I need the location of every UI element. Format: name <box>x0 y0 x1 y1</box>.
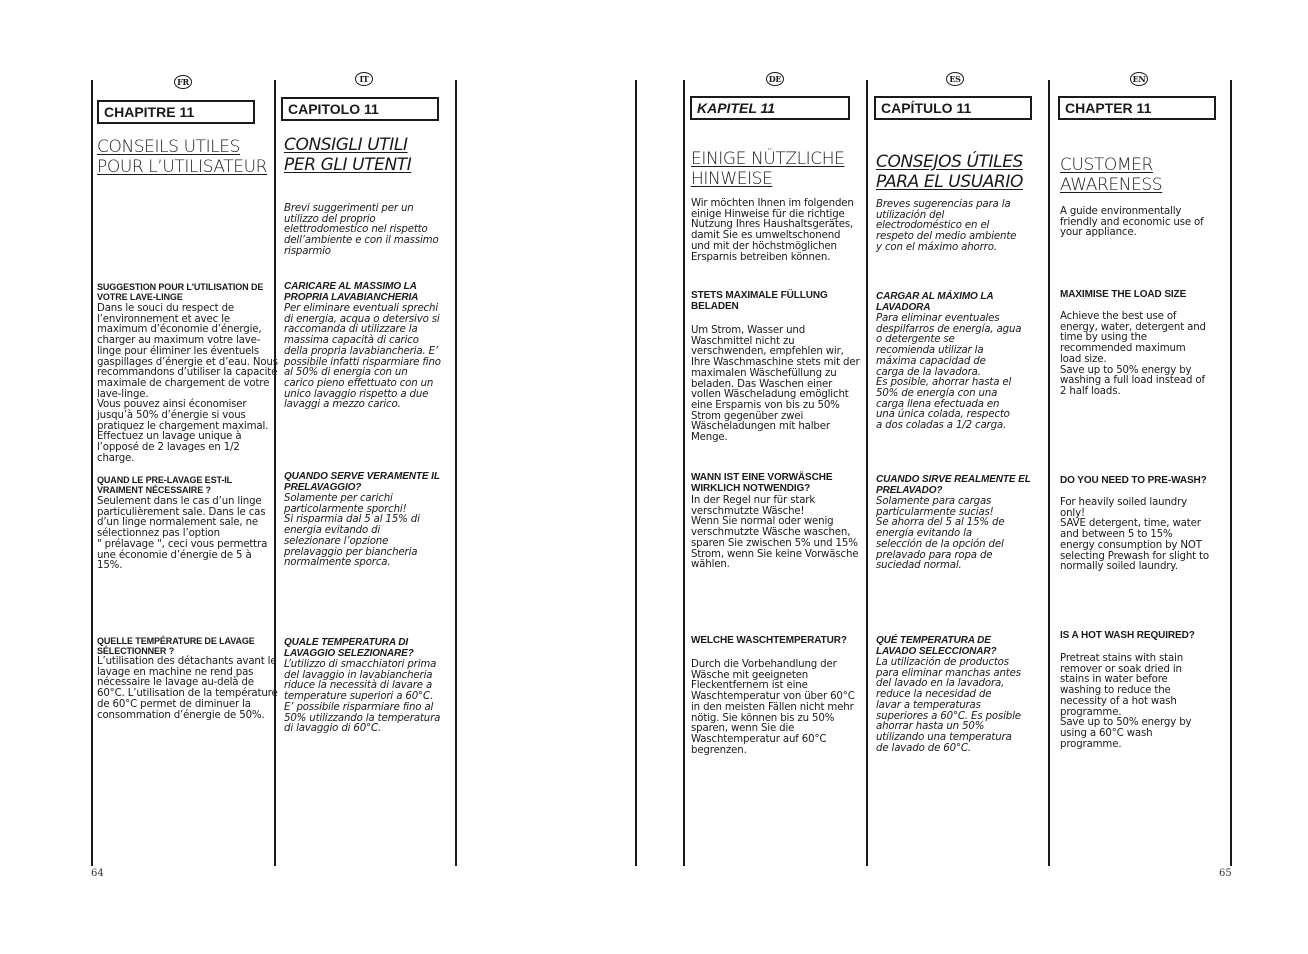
subheading: IS A HOT WASH REQUIRED? <box>1060 630 1195 641</box>
intro-text: A guide environmentally friendly and eco… <box>1060 206 1204 239</box>
paragraph: Para eliminar eventuales despilfarros de… <box>876 313 1022 432</box>
intro-text: Breves sugerencias para la utilización d… <box>876 199 1017 253</box>
section-title: CUSTOMER AWARENESS <box>1060 155 1163 195</box>
column-rule <box>635 80 637 866</box>
paragraph: Pretreat stains with stain remover or so… <box>1060 653 1192 750</box>
column-rule <box>274 80 276 866</box>
section-title: CONSIGLI UTILI PER GLI UTENTI <box>284 135 412 175</box>
subheading: SUGGESTION POUR L'UTILISATION DE VOTRE L… <box>97 282 264 302</box>
language-badge-en: EN <box>1130 72 1148 86</box>
column-rule <box>866 80 868 866</box>
page-number-right: 65 <box>1219 868 1232 879</box>
subheading: CUANDO SIRVE REALMENTE EL PRELAVADO? <box>876 474 1031 496</box>
column-rule <box>91 80 93 866</box>
column-rule <box>1048 80 1050 866</box>
section-title: CONSEILS UTILES POUR L’UTILISATEUR <box>97 137 268 177</box>
paragraph: Seulement dans le cas d’un linge particu… <box>97 496 268 572</box>
subheading: CARICARE AL MASSIMO LA PROPRIA LAVABIANC… <box>284 281 419 303</box>
subheading: MAXIMISE THE LOAD SIZE <box>1060 289 1187 300</box>
subheading: WELCHE WASCHTEMPERATUR? <box>691 635 847 646</box>
paragraph: Per eliminare eventuali sprechi di energ… <box>284 303 441 411</box>
paragraph: L’utilizzo di smacchiatori prima del lav… <box>284 659 441 735</box>
column-rule <box>455 80 457 866</box>
subheading: QUALE TEMPERATURA DI LAVAGGIO SELEZIONAR… <box>284 637 414 659</box>
paragraph: Dans le souci du respect de l’environnem… <box>97 303 278 464</box>
chapter-heading: KAPITEL 11 <box>690 96 850 120</box>
chapter-heading: CHAPITRE 11 <box>97 100 255 124</box>
paragraph: Solamente para cargas particularmente su… <box>876 496 1005 572</box>
subheading: QUAND LE PRE-LAVAGE EST-IL VRAIMENT NÉCE… <box>97 475 233 495</box>
chapter-heading: CAPÍTULO 11 <box>874 96 1032 120</box>
section-title: CONSEJOS ÚTILES PARA EL USUARIO <box>876 152 1024 192</box>
subheading: DO YOU NEED TO PRE-WASH? <box>1060 475 1207 486</box>
chapter-heading: CAPITOLO 11 <box>281 97 439 121</box>
paragraph: Um Strom, Wasser und Waschmittel nicht z… <box>691 325 860 444</box>
paragraph: For heavily soiled laundry only! SAVE de… <box>1060 497 1209 573</box>
paragraph: Solamente per carichi particolarmente sp… <box>284 493 420 569</box>
subheading: CARGAR AL MÁXIMO LA LAVADORA <box>876 291 994 313</box>
language-badge-es: ES <box>946 72 964 86</box>
subheading: QUELLE TEMPÉRATURE DE LAVAGE SÉLECTIONNE… <box>97 636 255 656</box>
paragraph: In der Regel nur für stark verschmutzte … <box>691 495 859 571</box>
paragraph: L’utilisation des détachants avant le la… <box>97 656 278 721</box>
chapter-heading: CHAPTER 11 <box>1058 96 1216 120</box>
section-title: EINIGE NÜTZLICHE HINWEISE <box>691 149 845 189</box>
subheading: WANN IST EINE VORWÄSCHE WIRKLICH NOTWEND… <box>691 472 833 494</box>
subheading: STETS MAXIMALE FÜLLUNG BELADEN <box>691 290 828 312</box>
language-badge-fr: FR <box>174 75 192 89</box>
page-number-left: 64 <box>91 868 104 879</box>
intro-text: Brevi suggerimenti per un utilizzo del p… <box>284 203 439 257</box>
column-rule <box>683 80 685 866</box>
paragraph: Durch die Vorbehandlung der Wäsche mit g… <box>691 659 855 756</box>
column-rule <box>1230 80 1232 866</box>
subheading: QUANDO SERVE VERAMENTE IL PRELAVAGGIO? <box>284 471 440 493</box>
language-badge-de: DE <box>766 72 784 86</box>
paragraph: Achieve the best use of energy, water, d… <box>1060 311 1206 397</box>
subheading: QUÉ TEMPERATURA DE LAVADO SELECCIONAR? <box>876 635 997 657</box>
paragraph: La utilización de productos para elimina… <box>876 657 1021 754</box>
intro-text: Wir möchten Ihnen im folgenden einige Hi… <box>691 198 854 263</box>
language-badge-it: IT <box>355 72 373 86</box>
